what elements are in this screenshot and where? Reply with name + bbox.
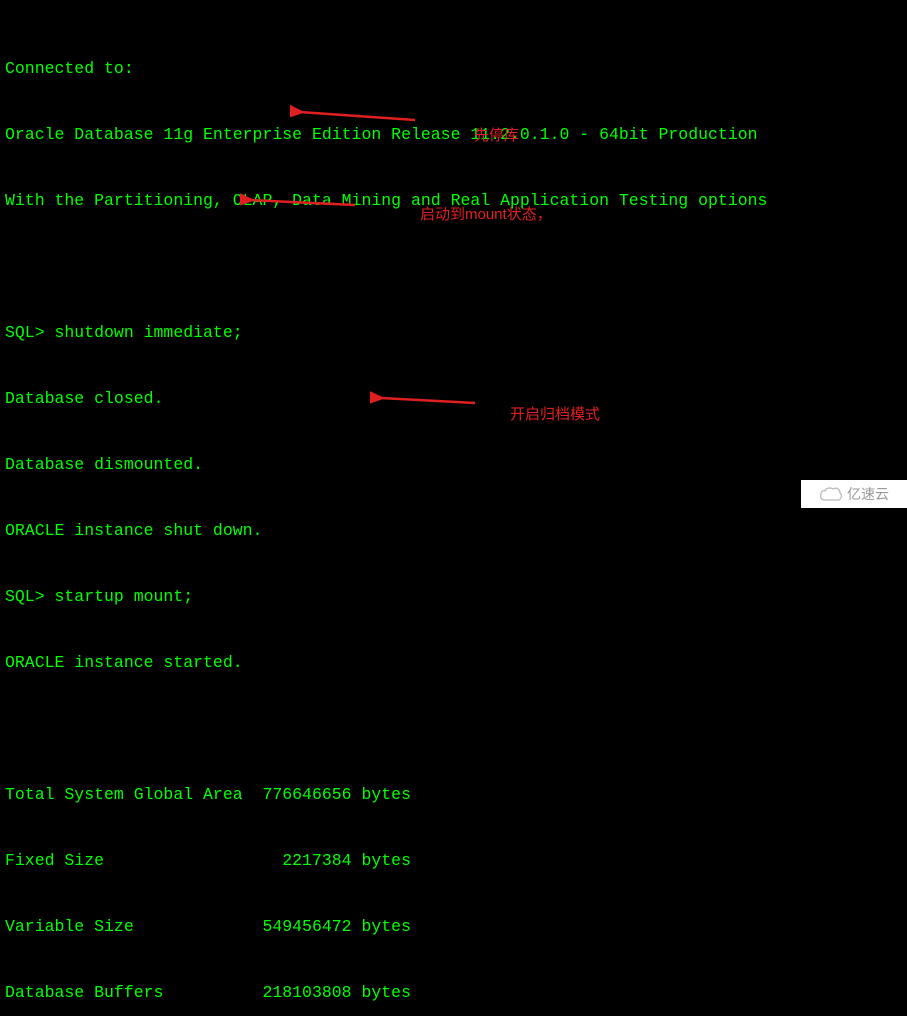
- terminal-line: SQL> startup mount;: [5, 586, 902, 608]
- cloud-icon: [819, 486, 843, 502]
- arrow-icon: [290, 101, 420, 123]
- arrow-icon: [370, 388, 480, 408]
- arrow-icon: [240, 190, 360, 210]
- terminal-line: SQL> shutdown immediate;: [5, 322, 902, 344]
- terminal-line: [5, 256, 902, 278]
- terminal-line: Oracle Database 11g Enterprise Edition R…: [5, 124, 902, 146]
- terminal-line: Connected to:: [5, 58, 902, 80]
- terminal-line: Variable Size 549456472 bytes: [5, 916, 902, 938]
- terminal-line: Database dismounted.: [5, 454, 902, 476]
- watermark-text: 亿速云: [847, 483, 889, 505]
- terminal-line: ORACLE instance shut down.: [5, 520, 902, 542]
- terminal-line: Database Buffers 218103808 bytes: [5, 982, 902, 1004]
- terminal-line: ORACLE instance started.: [5, 652, 902, 674]
- annotation-label: 先停库: [474, 125, 519, 147]
- terminal-line: Total System Global Area 776646656 bytes: [5, 784, 902, 806]
- terminal-output[interactable]: Connected to: Oracle Database 11g Enterp…: [5, 14, 902, 1016]
- watermark-badge: 亿速云: [801, 480, 907, 508]
- annotation-label: 开启归档模式: [510, 404, 600, 426]
- terminal-line: [5, 718, 902, 740]
- terminal-line: Fixed Size 2217384 bytes: [5, 850, 902, 872]
- annotation-label: 启动到mount状态，: [420, 204, 552, 226]
